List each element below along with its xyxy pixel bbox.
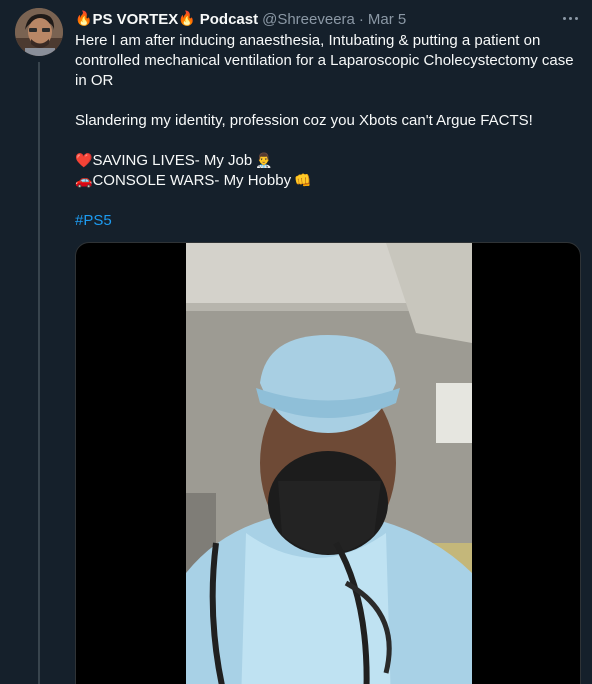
car-emoji: 🚗 [75,173,93,189]
video-frame[interactable] [186,243,472,684]
fire-emoji: 🔥 [178,11,196,27]
handle[interactable]: @Shreeveera [262,11,355,28]
fist-emoji: 👊 [294,173,312,189]
video-thumbnail-image [186,243,472,684]
display-name-suffix[interactable]: Podcast [200,11,258,28]
display-name[interactable]: PS VORTEX [92,11,178,28]
thread-line [38,62,40,684]
avatar[interactable] [15,8,63,56]
more-options-button[interactable] [558,8,582,28]
heart-emoji: ❤️ [75,153,93,169]
tweet-line-saving-lives: ❤️SAVING LIVES- My Job 👨‍⚕️ [75,151,583,171]
tweet-text: Here I am after inducing anaesthesia, In… [75,31,583,231]
tweet-paragraph-2: Slandering my identity, profession coz y… [75,112,533,129]
console-wars-text: CONSOLE WARS- My Hobby [92,172,292,189]
tweet-date[interactable]: Mar 5 [368,11,406,28]
tweet-line-console-wars: 🚗CONSOLE WARS- My Hobby 👊 [75,171,583,191]
avatar-image [15,8,63,56]
separator: · [358,10,364,28]
tweet-header: 🔥 PS VORTEX 🔥 Podcast @Shreeveera · Mar … [75,9,406,29]
fire-emoji: 🔥 [75,11,93,27]
doctor-emoji: 👨‍⚕️ [255,153,273,169]
saving-lives-text: SAVING LIVES- My Job [92,152,253,169]
tweet-media[interactable] [75,242,581,684]
tweet-paragraph-1: Here I am after inducing anaesthesia, In… [75,32,574,89]
more-horizontal-icon [562,16,566,20]
hashtag-link[interactable]: #PS5 [75,212,112,229]
